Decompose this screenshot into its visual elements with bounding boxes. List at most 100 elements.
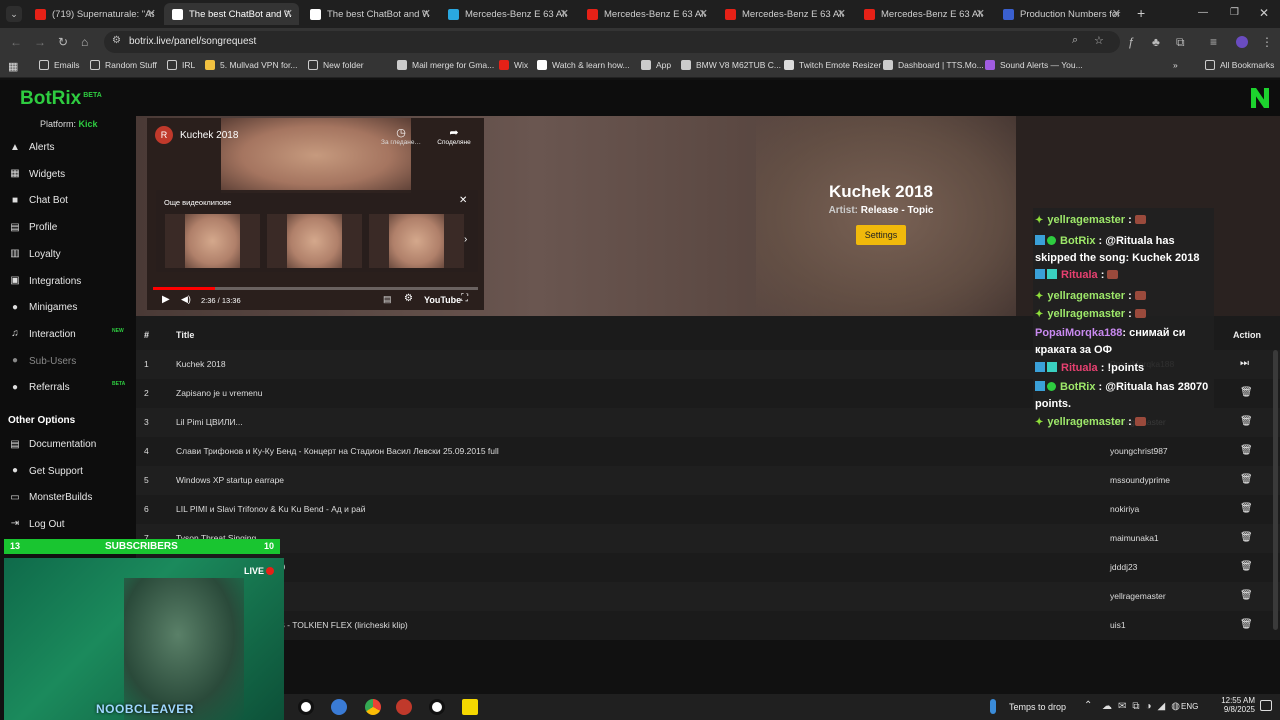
bookmark-item[interactable]: Wix xyxy=(499,60,528,70)
bookmark-item[interactable]: Random Stuff xyxy=(90,60,157,70)
browser-tab[interactable]: Mercedes-Benz E 63 AMG ✕ xyxy=(579,3,714,25)
related-video-thumb[interactable] xyxy=(165,214,260,268)
related-video-thumb[interactable] xyxy=(369,214,464,268)
apps-grid-icon[interactable]: ▦ xyxy=(8,60,18,73)
n-logo-icon[interactable] xyxy=(1251,88,1269,108)
settings-button[interactable]: Settings xyxy=(855,225,907,245)
browser-tab[interactable]: Mercedes-Benz E 63 AMG ✕ xyxy=(717,3,852,25)
bookmark-item[interactable]: 5. Mullvad VPN for... xyxy=(205,60,297,70)
skip-song-icon[interactable]: ⏭ xyxy=(1240,358,1249,369)
sticky-notes-icon[interactable] xyxy=(462,699,478,715)
sidebar-item-profile[interactable]: ▤ Profile xyxy=(10,222,57,233)
close-window-icon[interactable]: ✕ xyxy=(1259,6,1269,20)
bookmark-item[interactable]: IRL xyxy=(167,60,195,70)
sidebar-item-log-out[interactable]: ⇥ Log Out xyxy=(10,519,65,530)
taskbar-app-icon[interactable] xyxy=(396,699,412,715)
fullscreen-icon[interactable]: ⛶ xyxy=(461,293,468,304)
new-tab-button[interactable]: + xyxy=(1137,5,1145,21)
bookmark-item[interactable]: BMW V8 M62TUB C... xyxy=(681,60,781,70)
extensions-icon[interactable]: ⧉ xyxy=(1176,35,1185,50)
tab-close-icon[interactable]: ✕ xyxy=(699,7,708,20)
restore-icon[interactable]: ❐ xyxy=(1230,7,1239,18)
delete-song-icon[interactable]: 🗑 xyxy=(1240,474,1253,485)
progress-track[interactable] xyxy=(153,287,478,290)
url-text[interactable]: botrix.live/panel/songrequest xyxy=(129,36,256,47)
browser-tab[interactable]: Mercedes-Benz E 63 AMG ✕ xyxy=(856,3,991,25)
delete-song-icon[interactable]: 🗑 xyxy=(1240,590,1253,601)
profile-avatar-icon[interactable] xyxy=(1236,36,1248,48)
tab-close-icon[interactable]: ✕ xyxy=(1112,7,1121,20)
sidebar-item-get-support[interactable]: ● Get Support xyxy=(10,466,83,477)
forward-icon[interactable]: → xyxy=(34,35,46,49)
tab-search-icon[interactable]: ⌄ xyxy=(6,6,22,22)
minimize-icon[interactable]: — xyxy=(1198,7,1208,18)
tray-icons[interactable]: ☁✉⧉◑◢◍ xyxy=(1102,701,1186,712)
site-info-icon[interactable]: ⚙ xyxy=(112,35,121,46)
bookmark-item[interactable]: Dashboard | TTS.Mo... xyxy=(883,60,984,70)
bookmark-item[interactable]: Sound Alerts — You... xyxy=(985,60,1083,70)
sidebar-item-documentation[interactable]: ▤ Documentation xyxy=(10,439,96,450)
bookmark-item[interactable]: Watch & learn how... xyxy=(537,60,630,70)
volume-icon[interactable]: ◀) xyxy=(181,294,191,305)
sidebar-item-chat-bot[interactable]: ■ Chat Bot xyxy=(10,195,68,206)
channel-avatar[interactable]: R xyxy=(155,126,173,144)
sidebar-item-alerts[interactable]: ▲ Alerts xyxy=(10,142,55,153)
bookmark-item[interactable]: App xyxy=(641,60,671,70)
sidebar-item-interaction[interactable]: ♫ Interaction xyxy=(10,329,75,340)
bookmark-item[interactable]: Mail merge for Gma... xyxy=(397,60,494,70)
sidebar-item-minigames[interactable]: ● Minigames xyxy=(10,302,77,313)
browser-tab[interactable]: (719) Supernaturale: "As c ✕ xyxy=(27,3,162,25)
all-bookmarks-button[interactable]: All Bookmarks xyxy=(1205,60,1274,70)
taskbar-app-icon[interactable] xyxy=(298,699,314,715)
tab-close-icon[interactable]: ✕ xyxy=(147,7,156,20)
related-video-thumb[interactable] xyxy=(267,214,362,268)
sidebar-item-widgets[interactable]: ▦ Widgets xyxy=(10,169,65,180)
share-button[interactable]: ➦ Споделяне xyxy=(431,126,477,146)
taskbar-app-icon[interactable] xyxy=(331,699,347,715)
language-indicator[interactable]: ENG xyxy=(1181,702,1198,711)
botrix-logo[interactable]: BotRix BETA xyxy=(20,88,102,110)
browser-tab[interactable]: The best ChatBot and Wi ✕ xyxy=(302,3,437,25)
notification-icon[interactable] xyxy=(1260,700,1272,711)
extension-leaf-icon[interactable]: ♣ xyxy=(1152,35,1160,49)
menu-lines-icon[interactable]: ≡ xyxy=(1210,35,1217,49)
delete-song-icon[interactable]: 🗑 xyxy=(1240,387,1253,398)
browser-tab[interactable]: The best ChatBot and Wi ✕ xyxy=(164,3,299,25)
delete-song-icon[interactable]: 🗑 xyxy=(1240,532,1253,543)
tab-close-icon[interactable]: ✕ xyxy=(560,7,569,20)
url-box[interactable]: ⚙ botrix.live/panel/songrequest ⌕ ☆ xyxy=(104,31,1120,53)
zoom-icon[interactable]: ⌕ xyxy=(1072,34,1078,47)
clock[interactable]: 12:55 AM 9/8/2025 xyxy=(1219,696,1255,714)
sidebar-item-sub-users[interactable]: ● Sub-Users xyxy=(10,356,76,367)
delete-song-icon[interactable]: 🗑 xyxy=(1240,561,1253,572)
kebab-menu-icon[interactable]: ⋮ xyxy=(1261,35,1273,49)
next-videos-icon[interactable]: › xyxy=(464,234,467,245)
home-icon[interactable]: ⌂ xyxy=(81,35,88,49)
bookmark-item[interactable]: New folder xyxy=(308,60,364,70)
delete-song-icon[interactable]: 🗑 xyxy=(1240,619,1253,630)
bookmark-item[interactable]: Emails xyxy=(39,60,80,70)
sidebar-item-monsterbuilds[interactable]: ▭ MonsterBuilds xyxy=(10,492,92,503)
back-icon[interactable]: ← xyxy=(10,35,22,49)
sidebar-item-integrations[interactable]: ▣ Integrations xyxy=(10,276,81,287)
bookmarks-overflow-icon[interactable]: » xyxy=(1173,60,1178,70)
browser-tab[interactable]: Mercedes-Benz E 63 AMG ✕ xyxy=(440,3,575,25)
weather-text[interactable]: Temps to drop xyxy=(1009,702,1066,712)
youtube-player[interactable]: R Kuchek 2018 ◷ За гледане… ➦ Споделяне … xyxy=(147,118,484,310)
tab-close-icon[interactable]: ✕ xyxy=(422,7,431,20)
extension-f-icon[interactable]: ƒ xyxy=(1128,35,1135,49)
tray-chevron-icon[interactable]: ⌃ xyxy=(1084,700,1092,711)
play-icon[interactable]: ▶ xyxy=(162,294,170,305)
browser-tab[interactable]: Production Numbers for ✕ xyxy=(995,3,1127,25)
subtitles-icon[interactable]: ▤ xyxy=(383,294,392,305)
youtube-logo[interactable]: YouTube xyxy=(424,295,461,305)
chrome-taskbar-icon[interactable] xyxy=(365,699,381,715)
delete-song-icon[interactable]: 🗑 xyxy=(1240,416,1253,427)
sidebar-item-referrals[interactable]: ● Referrals xyxy=(10,382,70,393)
tab-close-icon[interactable]: ✕ xyxy=(284,7,293,20)
bookmark-star-icon[interactable]: ☆ xyxy=(1094,34,1104,47)
delete-song-icon[interactable]: 🗑 xyxy=(1240,503,1253,514)
settings-gear-icon[interactable]: ⚙ xyxy=(404,293,413,304)
scrollbar[interactable] xyxy=(1273,350,1278,630)
close-more-videos-icon[interactable]: ✕ xyxy=(459,195,467,206)
